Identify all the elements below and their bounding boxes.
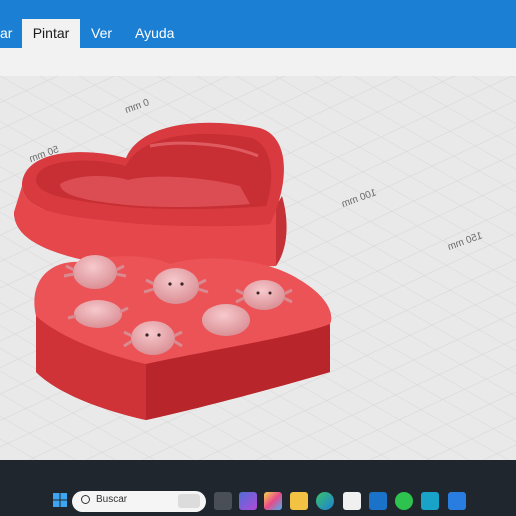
windows-icon[interactable] — [52, 492, 70, 510]
search-placeholder: Buscar — [96, 494, 128, 505]
edge-icon[interactable] — [316, 492, 334, 510]
whatsapp-icon[interactable] — [395, 492, 413, 510]
file-explorer-icon[interactable] — [290, 492, 308, 510]
menu-bar: ar Pintar Ver Ayuda — [0, 0, 516, 48]
paint-icon[interactable] — [264, 492, 282, 510]
menu-item-ver[interactable]: Ver — [91, 19, 113, 48]
menu-item-pintar[interactable]: Pintar — [22, 19, 80, 48]
task-view-icon[interactable] — [214, 492, 232, 510]
menu-item-ayuda[interactable]: Ayuda — [135, 19, 175, 48]
app-c-icon[interactable] — [448, 492, 466, 510]
search-input[interactable]: Buscar — [72, 491, 206, 512]
taskbar: Buscar — [0, 460, 516, 516]
widgets-icon[interactable] — [178, 494, 200, 508]
menu-item-partial[interactable]: ar — [0, 19, 14, 48]
store-icon[interactable] — [343, 492, 361, 510]
creature-figure[interactable] — [202, 304, 250, 336]
3d-viewport[interactable]: 0 mm 50 mm 100 mm 150 mm — [0, 76, 516, 460]
copilot-icon[interactable] — [239, 492, 257, 510]
slicer-icon[interactable] — [421, 492, 439, 510]
outlook-icon[interactable] — [369, 492, 387, 510]
search-icon — [81, 495, 90, 504]
ribbon-area — [0, 48, 516, 76]
viewport-canvas: 0 mm 50 mm 100 mm 150 mm — [0, 76, 516, 460]
